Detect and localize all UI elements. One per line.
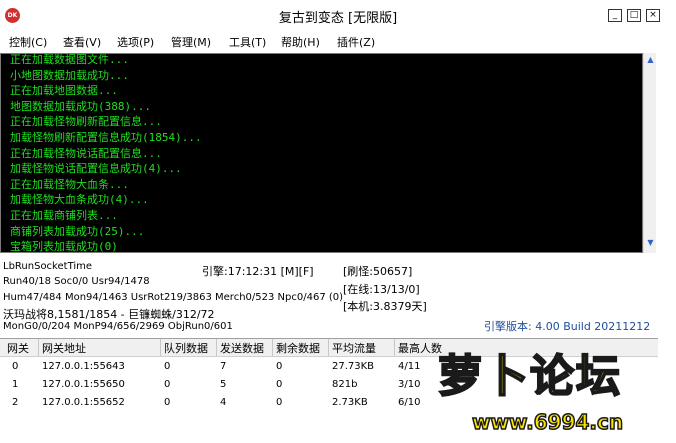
col-avg-traffic[interactable]: 平均流量 [332,340,376,356]
console-line: 加载怪物大血条成功(4)... [10,193,149,207]
minimize-button[interactable]: _ [608,9,622,22]
boss-status: 沃玛战将8,1581/1854 - 巨镰蜘蛛/312/72 [3,308,215,321]
console-line: 正在加载数据图文件... [10,53,129,66]
hum-stats: Hum47/484 Mon94/1463 UsrRot219/3863 Merc… [3,292,344,303]
menu-control[interactable]: 控制(C) [9,34,47,50]
table-cell: 1 [12,379,19,390]
col-gateway[interactable]: 网关 [7,340,29,356]
menu-help[interactable]: 帮助(H) [281,34,320,50]
scroll-down-icon[interactable]: ▼ [645,238,656,249]
watermark-logo: 萝卜论坛 www.6994.cn [430,338,676,443]
window-title: 复古到变态 [无限版] [278,11,398,26]
table-cell: 4 [220,397,227,408]
refresh-count: [刷怪:50657] [343,265,413,278]
menu-view[interactable]: 查看(V) [63,34,101,50]
console-line: 正在加载商铺列表... [10,208,118,222]
table-cell: 2.73KB [332,397,368,408]
maximize-button[interactable]: □ [627,9,641,22]
menu-tools[interactable]: 工具(T) [229,34,266,50]
col-sent[interactable]: 发送数据 [220,340,264,356]
table-cell: 0 [276,379,283,390]
table-cell: 0 [164,379,171,390]
close-button[interactable]: × [646,9,660,22]
table-cell: 7 [220,361,227,372]
table-cell: 0 [276,397,283,408]
console-line: 正在加载地图数据... [10,84,118,98]
console-line: 加载怪物刷新配置信息成功(1854)... [10,130,202,144]
scroll-up-icon[interactable]: ▲ [645,55,656,66]
table-cell: 3/10 [398,379,421,390]
table-cell: 6/10 [398,397,421,408]
console-log[interactable]: 正在加载数据图文件... 小地图数据加载成功... 正在加载地图数据... 地图数据加… [0,53,643,253]
table-cell: 5 [220,379,227,390]
status-panel: LbRunSocketTime 引擎:17:12:31 [M][F] [刷怪:5… [0,254,676,338]
console-line: 小地图数据加载成功... [10,68,129,82]
console-line: 正在加载怪物说话配置信息... [10,146,162,160]
table-cell: 27.73KB [332,361,375,372]
title-bar: DK 复古到变态 [无限版] _ □ × [0,0,676,30]
table-cell: 127.0.0.1:55652 [42,397,125,408]
table-cell: 4/11 [398,361,421,372]
socket-time-label: LbRunSocketTime [3,261,93,272]
menu-options[interactable]: 选项(P) [117,34,154,50]
mon-stats: MonG0/0/204 MonP94/656/2969 ObjRun0/601 [3,321,233,332]
console-line: 地图数据加载成功(388)... [10,99,151,113]
table-cell: 0 [164,397,171,408]
watermark-url: www.6994.cn [471,409,624,435]
console-line: 正在加载怪物刷新配置信息... [10,115,162,129]
menu-bar: 控制(C) 查看(V) 选项(P) 管理(M) 工具(T) 帮助(H) 插件(Z… [0,30,676,52]
table-cell: 2 [12,397,19,408]
col-queue[interactable]: 队列数据 [164,340,208,356]
engine-time: 引擎:17:12:31 [M][F] [202,265,314,278]
console-lines: 正在加载数据图文件... 小地图数据加载成功... 正在加载地图数据... 地图数据加… [1,53,202,253]
col-remaining[interactable]: 剩余数据 [276,340,320,356]
table-cell: 127.0.0.1:55650 [42,379,125,390]
online-count: [在线:13/13/0] [343,283,420,296]
watermark-title: 萝卜论坛 [437,350,622,403]
uptime: [本机:3.8379天] [343,300,427,313]
menu-manage[interactable]: 管理(M) [171,34,211,50]
console-line: 正在加载怪物大血条... [10,177,129,191]
console-scrollbar[interactable]: ▲ ▼ [643,53,656,253]
console-line: 加载怪物说话配置信息成功(4)... [10,162,182,176]
engine-version: 引擎版本: 4.00 Build 20211212 [484,320,651,333]
table-cell: 0 [12,361,19,372]
table-cell: 127.0.0.1:55643 [42,361,125,372]
menu-plugins[interactable]: 插件(Z) [337,34,375,50]
run-stats: Run40/18 Soc0/0 Usr94/1478 [3,276,150,287]
console-line: 宝箱列表加载成功(0) [10,240,118,253]
console-line: 商铺列表加载成功(25)... [10,224,145,238]
table-cell: 821b [332,379,358,390]
table-cell: 0 [164,361,171,372]
table-cell: 0 [276,361,283,372]
col-address[interactable]: 网关地址 [42,340,86,356]
